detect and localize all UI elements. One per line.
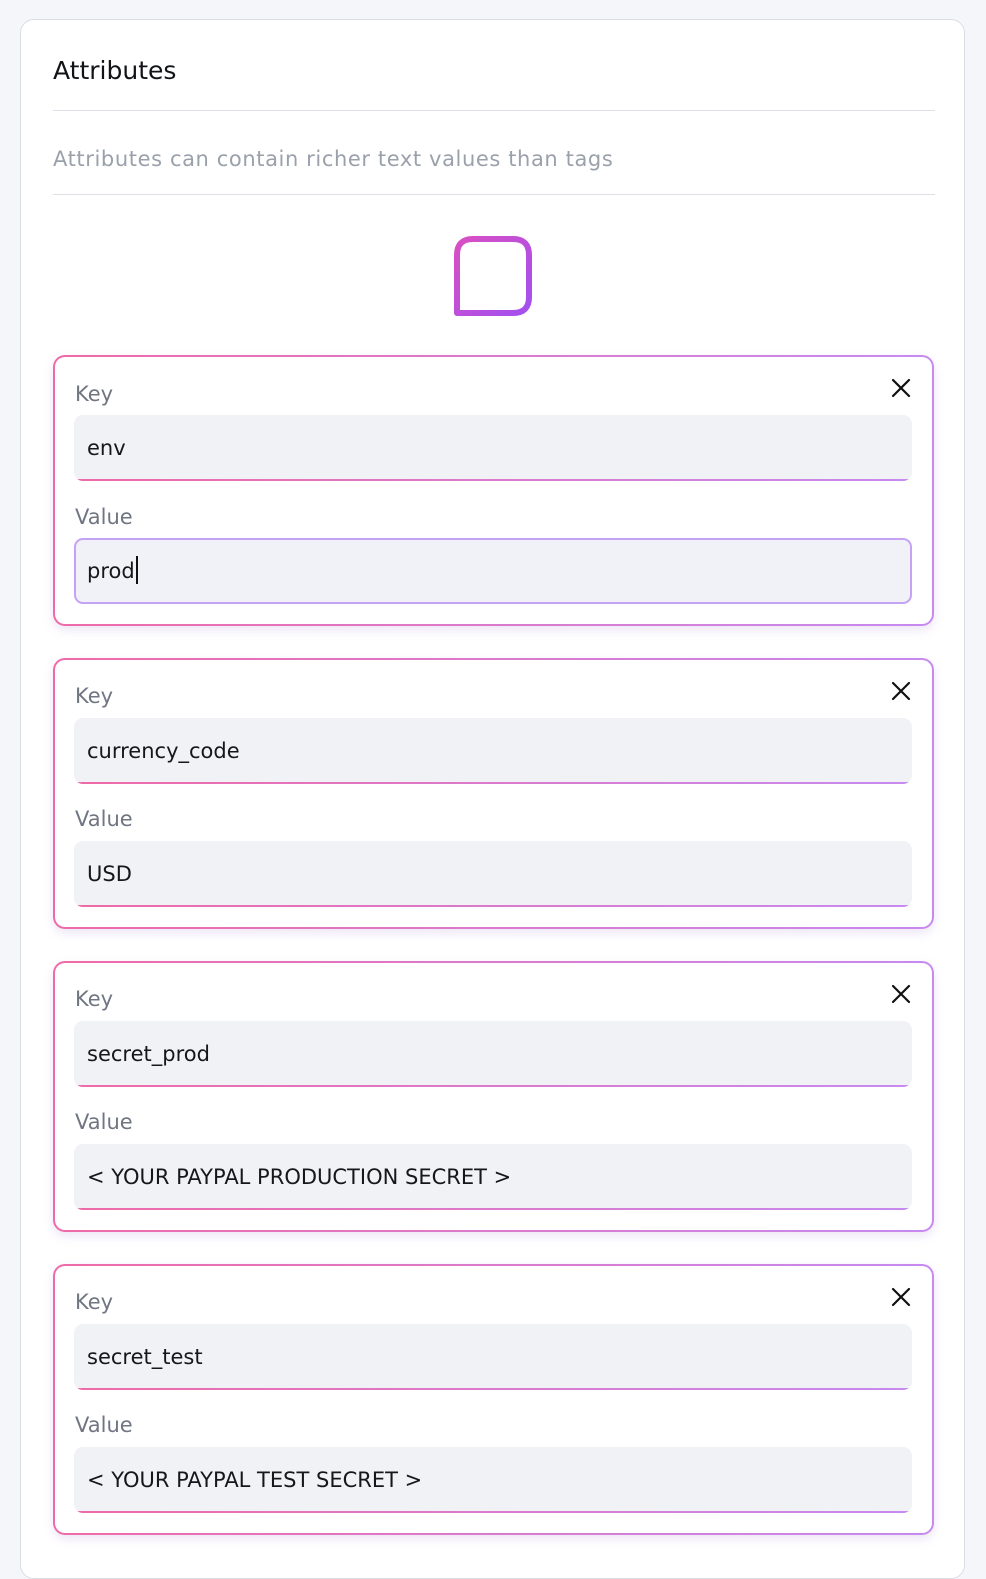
close-icon (891, 1287, 911, 1307)
value-text: < YOUR PAYPAL TEST SECRET > (87, 1468, 423, 1492)
attribute-card: Key currency_code Value USD (53, 658, 934, 929)
close-icon (891, 984, 911, 1004)
key-field[interactable]: currency_code (74, 718, 912, 784)
attribute-card: Key secret_test Value < YOUR PAYPAL TEST… (53, 1264, 934, 1535)
remove-attribute-button[interactable] (889, 982, 913, 1006)
remove-attribute-button[interactable] (889, 1285, 913, 1309)
divider (53, 110, 935, 111)
key-field[interactable]: secret_prod (74, 1021, 912, 1087)
value-field[interactable]: < YOUR PAYPAL PRODUCTION SECRET > (74, 1144, 912, 1210)
value-input-text: prod (87, 559, 135, 583)
key-label: Key (75, 987, 114, 1011)
divider (53, 194, 935, 195)
value-label: Value (75, 807, 133, 831)
close-icon (891, 378, 911, 398)
remove-attribute-button[interactable] (889, 679, 913, 703)
remove-attribute-button[interactable] (889, 376, 913, 400)
value-text: USD (87, 862, 132, 886)
attributes-panel: Attributes Attributes can contain richer… (20, 19, 965, 1579)
panel-title: Attributes (53, 56, 177, 85)
key-label: Key (75, 382, 114, 406)
value-label: Value (75, 505, 133, 529)
value-field[interactable]: prod (74, 538, 912, 604)
value-text: prod (87, 540, 138, 602)
panel-description: Attributes can contain richer text value… (53, 147, 614, 171)
key-value: env (87, 436, 126, 460)
key-value: secret_prod (87, 1042, 210, 1066)
value-label: Value (75, 1110, 133, 1134)
value-label: Value (75, 1413, 133, 1437)
key-field[interactable]: env (74, 415, 912, 481)
close-icon (891, 681, 911, 701)
key-value: secret_test (87, 1345, 203, 1369)
plus-square-icon (454, 236, 532, 316)
key-label: Key (75, 684, 114, 708)
value-field[interactable]: USD (74, 841, 912, 907)
value-text: < YOUR PAYPAL PRODUCTION SECRET > (87, 1165, 512, 1189)
key-value: currency_code (87, 739, 240, 763)
text-caret (135, 556, 138, 584)
key-label: Key (75, 1290, 114, 1314)
value-field[interactable]: < YOUR PAYPAL TEST SECRET > (74, 1447, 912, 1513)
attribute-card: Key secret_prod Value < YOUR PAYPAL PROD… (53, 961, 934, 1232)
key-field[interactable]: secret_test (74, 1324, 912, 1390)
attribute-card: Key env Value prod (53, 355, 934, 626)
add-attribute-button[interactable] (451, 233, 535, 317)
